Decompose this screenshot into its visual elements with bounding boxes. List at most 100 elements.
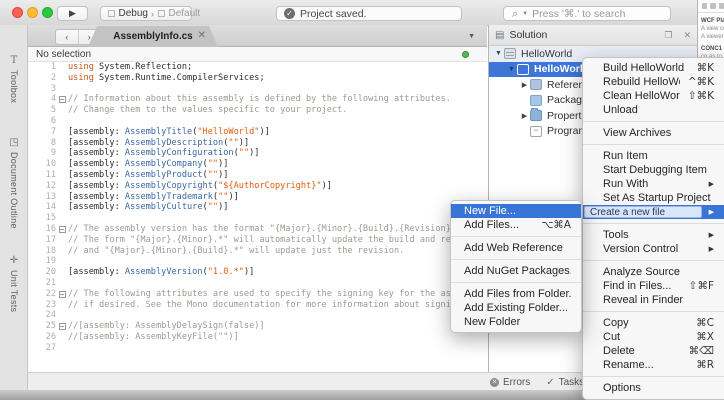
tab-assemblyinfo[interactable]: AssemblyInfo.cs ✕	[88, 26, 218, 47]
code-segment: )]	[244, 267, 254, 277]
submenu-arrow-icon: ▶	[709, 231, 714, 239]
fold-margin	[56, 73, 68, 84]
fold-margin	[56, 62, 68, 73]
menu-separator	[583, 376, 724, 377]
menu-item-run-with[interactable]: Run With▶	[583, 177, 724, 191]
code-line: 17// The form "{Major}.{Minor}.*" will a…	[28, 235, 487, 246]
expander-icon[interactable]: ▼	[506, 66, 517, 73]
tab-list-chevron-icon[interactable]: ▼	[468, 33, 475, 40]
fold-margin	[56, 224, 68, 235]
csfile-icon: ‹›	[530, 126, 542, 137]
fold-margin	[56, 213, 68, 224]
dock-pad-icon[interactable]: ❐	[664, 30, 672, 41]
code-line: 8[assembly: AssemblyDescription("")]	[28, 138, 487, 149]
line-number: 5	[28, 105, 56, 116]
code-segment: ""	[228, 138, 238, 148]
right-panel-text: WCF Player V	[698, 17, 724, 25]
search-icon: ⌕	[512, 7, 518, 21]
menu-separator	[451, 282, 581, 283]
status-errors[interactable]: ✕Errors	[490, 377, 530, 388]
menu-item-add-web-reference[interactable]: Add Web Reference	[451, 241, 581, 255]
minimize-window-button[interactable]	[27, 7, 38, 18]
navigate-back-button[interactable]: ‹	[56, 30, 79, 44]
tab-close-icon[interactable]: ✕	[198, 30, 206, 41]
main-toolbar: ▶ ▢ Debug › ▢ Default ✓ Project saved. ⌕…	[0, 0, 724, 26]
fold-marker-icon[interactable]	[59, 323, 66, 330]
menu-item-cut[interactable]: Cut⌘X	[583, 330, 724, 344]
menu-item-add-files[interactable]: Add Files...⌥⌘A	[451, 218, 581, 232]
menu-item-label: Reveal in Finder	[603, 294, 714, 306]
menu-item-reveal-in-finder[interactable]: Reveal in Finder	[583, 293, 724, 307]
close-pad-icon[interactable]: ✕	[683, 30, 691, 41]
build-configuration-selector[interactable]: ▢ Debug › ▢ Default	[100, 6, 192, 21]
fold-marker-icon[interactable]	[59, 291, 66, 298]
code-text: [assembly: AssemblyCompany("")]	[68, 159, 228, 170]
sidebar-tab-unit-tests[interactable]: ✛Unit Tests	[0, 255, 28, 312]
sidebar-tab-document-outline[interactable]: ◳Document Outline	[0, 137, 28, 229]
menu-item-copy[interactable]: Copy⌘C	[583, 316, 724, 330]
submenu-arrow-icon: ▶	[709, 180, 714, 188]
code-editor[interactable]: 1using System.Reflection;2using System.R…	[28, 62, 487, 372]
menu-item-find-in-files[interactable]: Find in Files...⇧⌘F	[583, 279, 724, 293]
menu-item-version-control[interactable]: Version Control▶	[583, 242, 724, 256]
menu-item-shortcut: ⌘⌫	[689, 345, 714, 357]
tree-item-label: HelloWorld	[534, 63, 589, 75]
menu-item-clean-helloworld[interactable]: Clean HelloWorld⇧⌘K	[583, 89, 724, 103]
status-check-icon: ✓	[284, 8, 295, 19]
expander-icon[interactable]: ▼	[493, 50, 504, 57]
code-segment: // The form "{Major}.{Minor}.*" will aut…	[68, 235, 482, 245]
fold-marker-icon[interactable]	[59, 226, 66, 233]
code-segment: [assembly:	[68, 170, 125, 180]
menu-item-tools[interactable]: Tools▶	[583, 228, 724, 242]
menu-item-build-helloworld[interactable]: Build HelloWorld⌘K	[583, 61, 724, 75]
menu-separator	[583, 121, 724, 122]
menu-item-add-nuget-packages[interactable]: Add NuGet Packages...	[451, 264, 581, 278]
menu-item-start-debugging-item[interactable]: Start Debugging Item	[583, 163, 724, 177]
fold-marker-icon[interactable]	[59, 96, 66, 103]
ide-window: ▶ ▢ Debug › ▢ Default ✓ Project saved. ⌕…	[0, 0, 724, 400]
global-search-input[interactable]: ⌕ ▼ Press '⌘.' to search	[503, 6, 671, 21]
menu-item-options[interactable]: Options	[583, 381, 724, 395]
play-icon: ▶	[69, 8, 76, 19]
menu-item-label: Add Web Reference	[464, 242, 571, 254]
code-segment: // Change them to the values specific to…	[68, 105, 347, 115]
run-button[interactable]: ▶	[57, 6, 88, 21]
panel-icon	[719, 3, 724, 9]
menu-item-run-item[interactable]: Run Item	[583, 149, 724, 163]
code-segment: AssemblyConfiguration	[125, 148, 234, 158]
menu-item-delete[interactable]: Delete⌘⌫	[583, 344, 724, 358]
menu-item-rename[interactable]: Rename...⌘R	[583, 358, 724, 372]
panel-icon	[702, 3, 707, 9]
status-text: Project saved.	[300, 8, 367, 20]
menu-item-add-existing-folder[interactable]: Add Existing Folder...	[451, 301, 581, 315]
expander-icon[interactable]: ▶	[519, 81, 530, 89]
menu-item-add-files-from-folder[interactable]: Add Files from Folder...	[451, 287, 581, 301]
status-item-label: Tasks	[559, 377, 585, 388]
left-pad-strip: TToolbox ◳Document Outline ✛Unit Tests	[0, 25, 28, 390]
menu-item-new-file[interactable]: New File...	[451, 204, 581, 218]
expander-icon[interactable]: ▶	[519, 112, 530, 120]
code-segment: [assembly:	[68, 192, 125, 202]
code-line: 12[assembly: AssemblyCopyright("${Author…	[28, 181, 487, 192]
code-text: [assembly: AssemblyCopyright("${AuthorCo…	[68, 181, 332, 192]
menu-item-add[interactable]: Add▶Create a new file	[583, 205, 724, 219]
menu-item-view-archives[interactable]: View Archives	[583, 126, 724, 140]
code-text: // The following attributes are used to …	[68, 289, 487, 300]
code-line: 25//[assembly: AssemblyDelaySign(false)]	[28, 321, 487, 332]
code-line: 10[assembly: AssemblyCompany("")]	[28, 159, 487, 170]
fold-margin	[56, 181, 68, 192]
code-line: 9[assembly: AssemblyConfiguration("")]	[28, 148, 487, 159]
menu-item-set-as-startup-project[interactable]: Set As Startup Project	[583, 191, 724, 205]
menu-item-new-folder[interactable]: New Folder	[451, 315, 581, 329]
menu-item-rebuild-helloworld[interactable]: Rebuild HelloWorld^⌘K	[583, 75, 724, 89]
menu-item-unload[interactable]: Unload	[583, 103, 724, 117]
close-window-button[interactable]	[12, 7, 23, 18]
menu-item-label: Add NuGet Packages...	[464, 265, 571, 277]
sidebar-tab-toolbox[interactable]: TToolbox	[0, 55, 28, 103]
line-number: 14	[28, 202, 56, 213]
menu-item-analyze-source[interactable]: Analyze Source	[583, 265, 724, 279]
configuration-label: Debug	[119, 8, 148, 19]
zoom-window-button[interactable]	[42, 7, 53, 18]
menu-item-label: Add Existing Folder...	[464, 302, 571, 314]
status-tasks[interactable]: ✓Tasks	[546, 377, 584, 388]
